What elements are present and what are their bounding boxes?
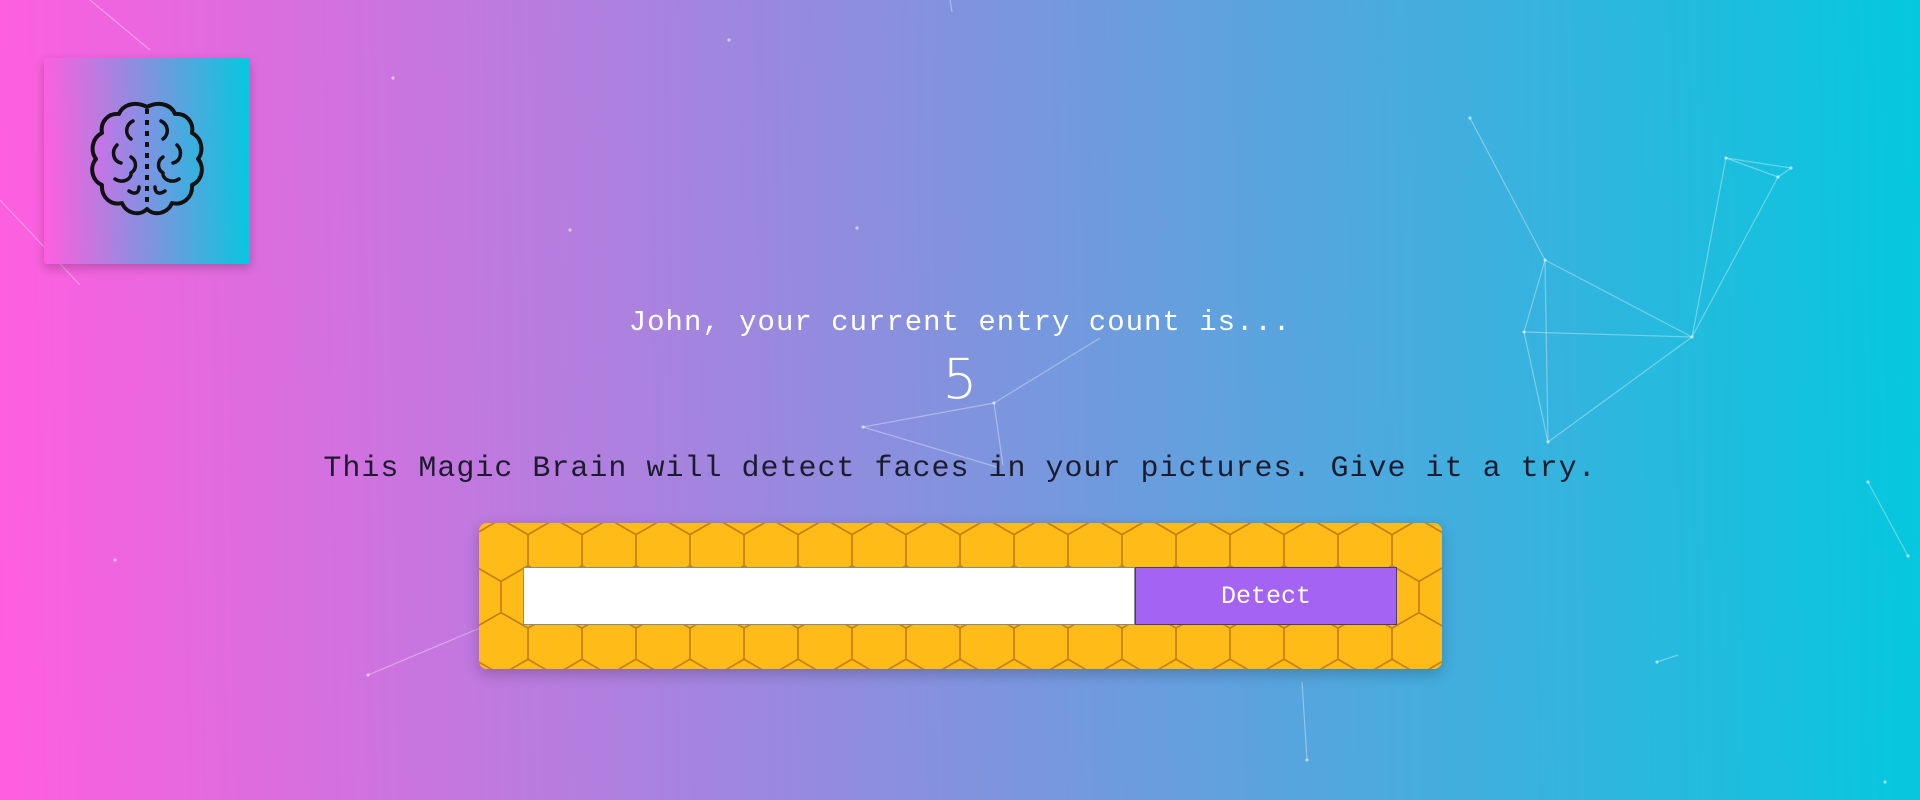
intro-text: This Magic Brain will detect faces in yo… [323, 452, 1597, 486]
image-url-input[interactable] [523, 567, 1135, 625]
brain-icon [90, 101, 204, 216]
detect-button[interactable]: Detect [1135, 567, 1397, 625]
image-link-form: Detect [479, 523, 1442, 669]
entry-count: 5 [942, 347, 978, 411]
rank-message: John, your current entry count is... [628, 306, 1292, 339]
brain-logo [44, 58, 250, 264]
